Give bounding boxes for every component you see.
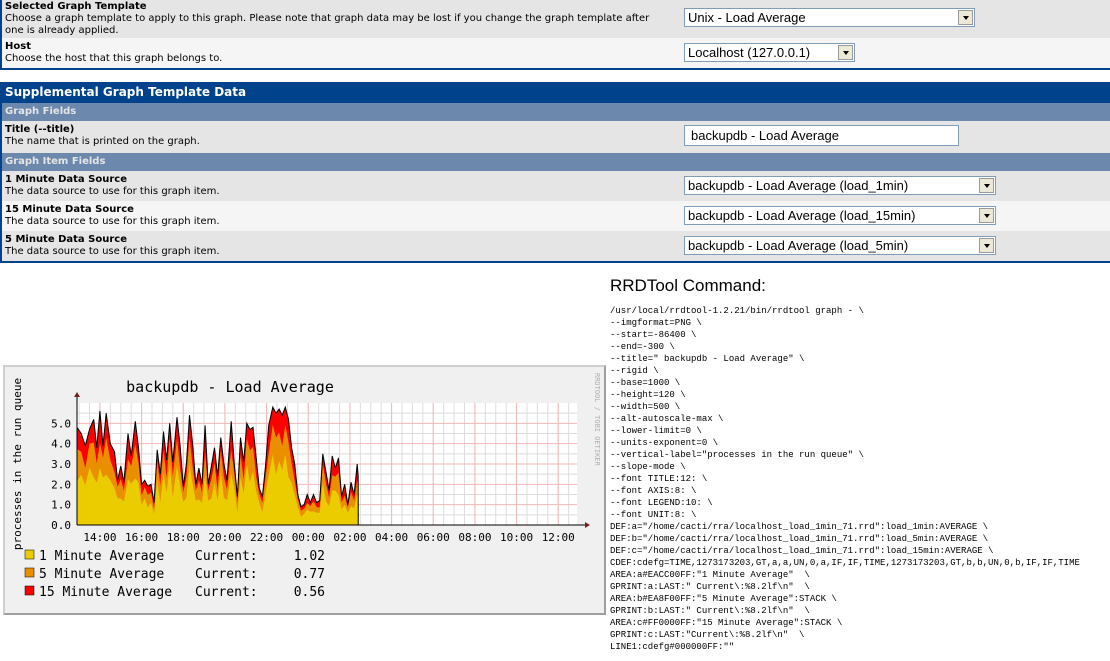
supplemental-header: Supplemental Graph Template Data (2, 82, 1110, 103)
graph-template-table: Selected Graph Template Choose a graph t… (0, 0, 1110, 70)
rrdtool-command-line: --end=-300 \ (610, 342, 675, 352)
y-tick-label: 2.0 (51, 478, 71, 491)
row-5min-source: 5 Minute Data Source The data source to … (2, 231, 1110, 261)
row-title: Title (--title) The name that is printed… (2, 121, 1110, 153)
rrdtool-command-line: GPRINT:c:LAST:"Current\:%8.2lf\n" \ (610, 630, 805, 640)
rrdtool-command-line: /usr/local/rrdtool-1.2.21/bin/rrdtool gr… (610, 306, 864, 316)
x-tick-label: 12:00 (542, 531, 575, 544)
x-tick-label: 18:00 (167, 531, 200, 544)
rrdtool-command-line: DEF:c="/home/cacti/rra/localhost_load_1m… (610, 546, 994, 556)
host-description: Choose the host that this graph belongs … (5, 53, 223, 64)
rrdtool-command-line: LINE1:cdefg#000000FF:"" (610, 642, 735, 652)
1min-source-select[interactable]: backupdb - Load Average (load_1min) (684, 176, 996, 195)
rrdtool-command-line: --start=-86400 \ (610, 330, 697, 340)
rrdtool-command-line: --height=120 \ (610, 390, 686, 400)
rrdtool-command-line: --title=" backupdb - Load Average" \ (610, 354, 805, 364)
y-tick-label: 1.0 (51, 499, 71, 512)
rrdtool-command-line: --imgformat=PNG \ (610, 318, 702, 328)
graph-fields-header: Graph Fields (2, 103, 1110, 121)
x-tick-label: 06:00 (417, 531, 450, 544)
x-tick-label: 00:00 (292, 531, 325, 544)
supplemental-table: Supplemental Graph Template Data Graph F… (0, 82, 1110, 263)
15min-source-select-value: backupdb - Load Average (load_15min) (688, 208, 916, 223)
rrdtool-command-line: AREA:b#EA8F00FF:"5 Minute Average":STACK… (610, 594, 837, 604)
host-select[interactable]: Localhost (127.0.0.1) (684, 43, 855, 62)
rrdtool-command-line: --slope-mode \ (610, 462, 686, 472)
rrdtool-command-line: --vertical-label="processes in the run q… (610, 450, 864, 460)
title-input[interactable] (684, 125, 959, 146)
legend-label: 5 Minute Average (39, 567, 164, 582)
host-select-value: Localhost (127.0.0.1) (688, 45, 811, 60)
y-axis-arrow-icon (74, 392, 80, 397)
y-axis-label: processes in the run queue (11, 378, 24, 550)
legend-current-label: Current: (195, 585, 258, 600)
row-host: Host Choose the host that this graph bel… (2, 38, 1110, 68)
y-tick-label: 4.0 (51, 438, 71, 451)
graph-canvas: backupdb - Load Average processes in the … (11, 373, 601, 600)
legend-current-label: Current: (195, 549, 258, 564)
rrdtool-command-line: --rigid \ (610, 366, 659, 376)
x-tick-label: 08:00 (458, 531, 491, 544)
rrdtool-command-line: --font TITLE:12: \ (610, 474, 708, 484)
rrdtool-command-line: --units-exponent=0 \ (610, 438, 719, 448)
legend-swatch (24, 549, 35, 560)
rrdtool-watermark: RRDTOOL / TOBI OETIKER (593, 373, 601, 467)
legend-current-value: 1.02 (294, 549, 325, 564)
y-tick-label: 0.0 (51, 519, 71, 532)
x-axis-arrow-icon (585, 522, 590, 528)
legend-current-value: 0.77 (294, 567, 325, 582)
rrdtool-command-line: --font AXIS:8: \ (610, 486, 697, 496)
rrdtool-command-line: GPRINT:a:LAST:" Current\:%8.2lf\n" \ (610, 582, 810, 592)
rrdtool-command-line: AREA:a#EACC00FF:"1 Minute Average" \ (610, 570, 810, 580)
rrdtool-command-line: CDEF:cdefg=TIME,1273173203,GT,a,a,UN,0,a… (610, 558, 1080, 568)
chart-title: backupdb - Load Average (126, 378, 334, 396)
x-tick-label: 10:00 (500, 531, 533, 544)
rrdtool-command-line: AREA:c#FF0000FF:"15 Minute Average":STAC… (610, 618, 843, 628)
legend-current-label: Current: (195, 567, 258, 582)
y-tick-label: 3.0 (51, 458, 71, 471)
x-tick-label: 16:00 (125, 531, 158, 544)
host-label: Host (5, 41, 31, 52)
chevron-down-icon[interactable] (979, 238, 994, 253)
graph-template-select[interactable]: Unix - Load Average (684, 8, 975, 27)
legend-label: 15 Minute Average (39, 585, 172, 600)
rrd-graph-image: backupdb - Load Average processes in the … (3, 365, 606, 615)
5min-source-select-value: backupdb - Load Average (load_5min) (688, 238, 909, 253)
x-tick-label: 14:00 (83, 531, 116, 544)
rrdtool-command-line: GPRINT:b:LAST:" Current\:%8.2lf\n" \ (610, 606, 810, 616)
rrdtool-command-line: --width=500 \ (610, 402, 681, 412)
legend-swatch (24, 585, 35, 596)
1min-source-select-value: backupdb - Load Average (load_1min) (688, 178, 909, 193)
row-15min-source: 15 Minute Data Source The data source to… (2, 201, 1110, 231)
x-tick-label: 20:00 (208, 531, 241, 544)
legend-current-value: 0.56 (294, 585, 325, 600)
graph-template-description: Choose a graph template to apply to this… (5, 13, 650, 36)
legend-swatch (24, 567, 35, 578)
rrdtool-command-line: DEF:b="/home/cacti/rra/localhost_load_1m… (610, 534, 989, 544)
row-graph-template: Selected Graph Template Choose a graph t… (2, 0, 1110, 38)
chevron-down-icon[interactable] (979, 208, 994, 223)
legend-label: 1 Minute Average (39, 549, 164, 564)
x-tick-label: 22:00 (250, 531, 283, 544)
x-tick-label: 02:00 (333, 531, 366, 544)
graph-item-fields-header: Graph Item Fields (2, 153, 1110, 171)
rrdtool-command-line: --font UNIT:8: \ (610, 510, 697, 520)
y-tick-label: 5.0 (51, 417, 71, 430)
rrdtool-command-heading: RRDTool Command: (610, 276, 766, 295)
chevron-down-icon[interactable] (979, 178, 994, 193)
graph-template-select-value: Unix - Load Average (688, 10, 806, 25)
5min-source-select[interactable]: backupdb - Load Average (load_5min) (684, 236, 996, 255)
15min-source-select[interactable]: backupdb - Load Average (load_15min) (684, 206, 996, 225)
rrdtool-command-line: DEF:a="/home/cacti/rra/localhost_load_1m… (610, 522, 989, 532)
rrdtool-command-line: --lower-limit=0 \ (610, 426, 702, 436)
rrdtool-command-text: /usr/local/rrdtool-1.2.21/bin/rrdtool gr… (610, 305, 1080, 653)
rrdtool-command-line: --alt-autoscale-max \ (610, 414, 724, 424)
x-tick-label: 04:00 (375, 531, 408, 544)
rrdtool-command-line: --base=1000 \ (610, 378, 681, 388)
rrdtool-command-line: --font LEGEND:10: \ (610, 498, 713, 508)
row-1min-source: 1 Minute Data Source The data source to … (2, 171, 1110, 201)
chevron-down-icon[interactable] (958, 10, 973, 25)
chevron-down-icon[interactable] (838, 45, 853, 60)
